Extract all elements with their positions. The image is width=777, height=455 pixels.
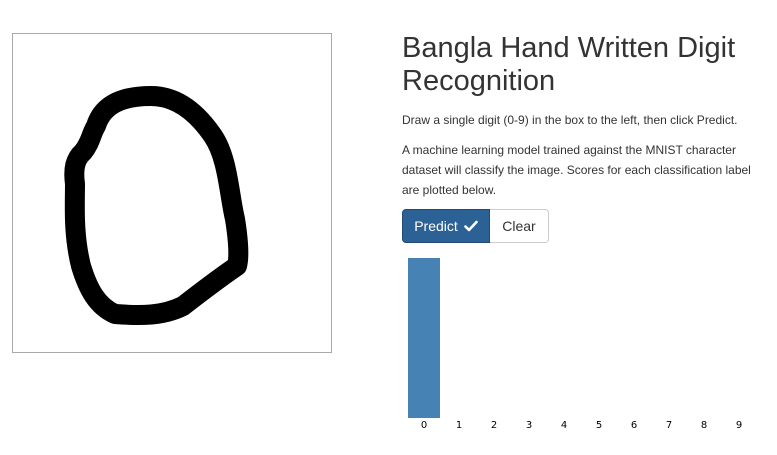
page-title: Bangla Hand Written Digit Recognition <box>402 32 736 97</box>
x-tick-label-7: 7 <box>666 420 672 431</box>
instruction-text: Draw a single digit (0-9) in the box to … <box>402 113 738 127</box>
x-tick-label-5: 5 <box>596 420 602 431</box>
predict-button-label: Predict <box>414 218 458 234</box>
score-bar-0 <box>408 258 440 418</box>
clear-button-label: Clear <box>502 218 536 234</box>
clear-button[interactable]: Clear <box>490 209 549 243</box>
score-bar-chart: 0 1 2 3 4 5 6 7 8 9 <box>402 250 762 435</box>
checkmark-icon <box>463 220 478 232</box>
drawing-canvas[interactable] <box>12 33 332 353</box>
x-tick-label-4: 4 <box>561 420 567 431</box>
x-tick-label-3: 3 <box>526 420 532 431</box>
x-tick-label-6: 6 <box>631 420 637 431</box>
x-tick-label-1: 1 <box>456 420 462 431</box>
x-tick-label-8: 8 <box>701 420 707 431</box>
x-tick-label-0: 0 <box>421 420 427 431</box>
model-description-text: A machine learning model trained against… <box>402 143 751 197</box>
x-tick-label-9: 9 <box>736 420 742 431</box>
x-tick-label-2: 2 <box>491 420 497 431</box>
action-button-group: Predict Clear <box>402 209 549 243</box>
drawn-digit-stroke <box>64 86 249 326</box>
predict-button[interactable]: Predict <box>402 209 490 243</box>
